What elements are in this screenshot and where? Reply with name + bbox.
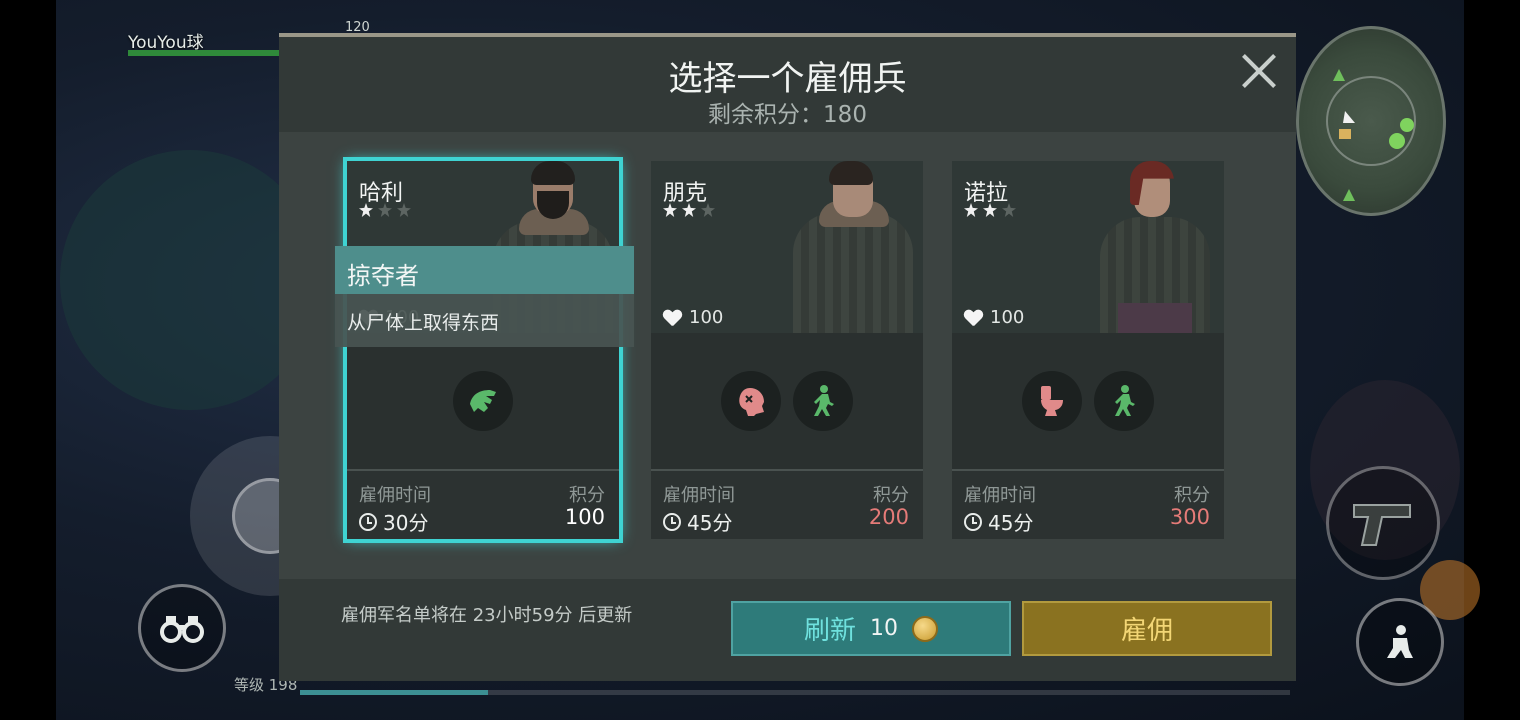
health-value: 100 xyxy=(964,307,1024,328)
minimap-markers xyxy=(1326,69,1416,201)
skill-row xyxy=(952,333,1224,469)
skill-row xyxy=(347,333,619,469)
crouch-button[interactable] xyxy=(1356,598,1444,686)
dialog-header: 选择一个雇佣兵 剩余积分：180 xyxy=(279,37,1296,132)
clock-icon xyxy=(359,512,377,531)
binoculars-button[interactable] xyxy=(138,584,226,672)
card-footer: 雇佣时间 积分 45分 300 xyxy=(952,469,1224,539)
card-footer: 雇佣时间 积分 30分 100 xyxy=(347,469,619,539)
mercenary-portrait: 朋克 100 xyxy=(651,161,923,333)
skill-row xyxy=(651,333,923,469)
dialog-title: 选择一个雇佣兵 xyxy=(668,59,907,99)
refresh-cost: 10 xyxy=(870,616,898,641)
close-icon[interactable] xyxy=(1239,51,1279,91)
character-figure xyxy=(1092,161,1224,333)
cost-value: 200 xyxy=(868,505,909,529)
heart-icon xyxy=(964,310,982,326)
clock-icon xyxy=(663,512,681,531)
xp-bar xyxy=(300,690,1290,695)
star-rating xyxy=(663,203,715,217)
hire-time-label: 雇佣时间 xyxy=(663,485,735,506)
heart-icon xyxy=(663,310,681,326)
health-number: 100 xyxy=(689,307,724,328)
star-rating xyxy=(359,203,411,217)
cost-value: 100 xyxy=(564,505,605,529)
sneak-icon xyxy=(1387,625,1413,658)
head-injury-icon xyxy=(739,388,764,416)
star-icon xyxy=(1002,203,1016,217)
cost-label: 积分 xyxy=(1174,485,1210,506)
hire-time: 45分 xyxy=(964,507,1033,536)
mercenary-portrait: 诺拉 100 xyxy=(952,161,1224,333)
binoculars-icon xyxy=(160,616,204,643)
pistol-icon xyxy=(1353,504,1411,546)
refresh-button[interactable]: 刷新 10 xyxy=(731,601,1011,656)
star-icon xyxy=(397,203,411,217)
mercenary-dialog: 选择一个雇佣兵 剩余积分：180 哈利 100 xyxy=(279,33,1296,681)
star-icon xyxy=(359,203,373,217)
skill-button[interactable] xyxy=(1094,371,1154,431)
hire-time-value: 45分 xyxy=(988,511,1034,535)
star-icon xyxy=(682,203,696,217)
hire-time-value: 45分 xyxy=(687,511,733,535)
cost-label: 积分 xyxy=(873,485,909,506)
cost-value: 300 xyxy=(1169,505,1210,529)
mercenary-card[interactable]: 哈利 100 雇佣时间 积分 30分 100 xyxy=(343,157,623,543)
hire-label: 雇佣 xyxy=(1120,616,1173,646)
dialog-footer: 雇佣军名单将在 23小时59分 后更新 刷新 10 雇佣 xyxy=(279,579,1296,681)
skill-button[interactable] xyxy=(453,371,513,431)
skill-button[interactable] xyxy=(1022,371,1082,431)
star-icon xyxy=(663,203,677,217)
refresh-note: 雇佣军名单将在 23小时59分 后更新 xyxy=(341,605,633,626)
tooltip-title: 掠夺者 xyxy=(335,246,634,294)
hire-button[interactable]: 雇佣 xyxy=(1022,601,1272,656)
hire-time-value: 30分 xyxy=(383,511,429,535)
refresh-label: 刷新 xyxy=(803,616,856,646)
remaining-points: 剩余积分：180 xyxy=(708,102,867,128)
star-icon xyxy=(983,203,997,217)
skill-tooltip: 掠夺者 从尸体上取得东西 xyxy=(335,246,634,347)
mercenary-card[interactable]: 朋克 100 雇佣时间 积分 45分 200 xyxy=(651,161,923,539)
star-rating xyxy=(964,203,1016,217)
grab-hand-icon xyxy=(470,390,496,412)
tooltip-description: 从尸体上取得东西 xyxy=(335,294,634,347)
clock-icon xyxy=(964,512,982,531)
weapon-button[interactable] xyxy=(1326,466,1440,580)
star-icon xyxy=(964,203,978,217)
hire-time-label: 雇佣时间 xyxy=(964,485,1036,506)
health-value: 100 xyxy=(663,307,723,328)
hire-time-label: 雇佣时间 xyxy=(359,485,431,506)
card-footer: 雇佣时间 积分 45分 200 xyxy=(651,469,923,539)
xp-fill xyxy=(300,690,489,695)
character-figure xyxy=(781,161,923,333)
left-letterbox xyxy=(0,0,56,720)
star-icon xyxy=(378,203,392,217)
skill-button[interactable] xyxy=(721,371,781,431)
game-screen: YouYou球 120 等级 198 选择一个雇佣兵 剩余积分：180 哈利 雇… xyxy=(0,0,1520,720)
mercenary-card[interactable]: 诺拉 100 雇佣时间 积分 45分 300 xyxy=(952,161,1224,539)
walking-icon xyxy=(1115,385,1135,416)
hire-time: 45分 xyxy=(663,507,732,536)
walking-icon xyxy=(814,385,834,416)
health-number: 100 xyxy=(990,307,1025,328)
hp-bar xyxy=(128,50,288,56)
coin-icon xyxy=(912,615,938,642)
star-icon xyxy=(701,203,715,217)
minimap[interactable] xyxy=(1296,26,1446,216)
toilet-icon xyxy=(1041,386,1063,416)
hire-time: 30分 xyxy=(359,507,428,536)
skill-button[interactable] xyxy=(793,371,853,431)
right-letterbox xyxy=(1464,0,1520,720)
cost-label: 积分 xyxy=(569,485,605,506)
